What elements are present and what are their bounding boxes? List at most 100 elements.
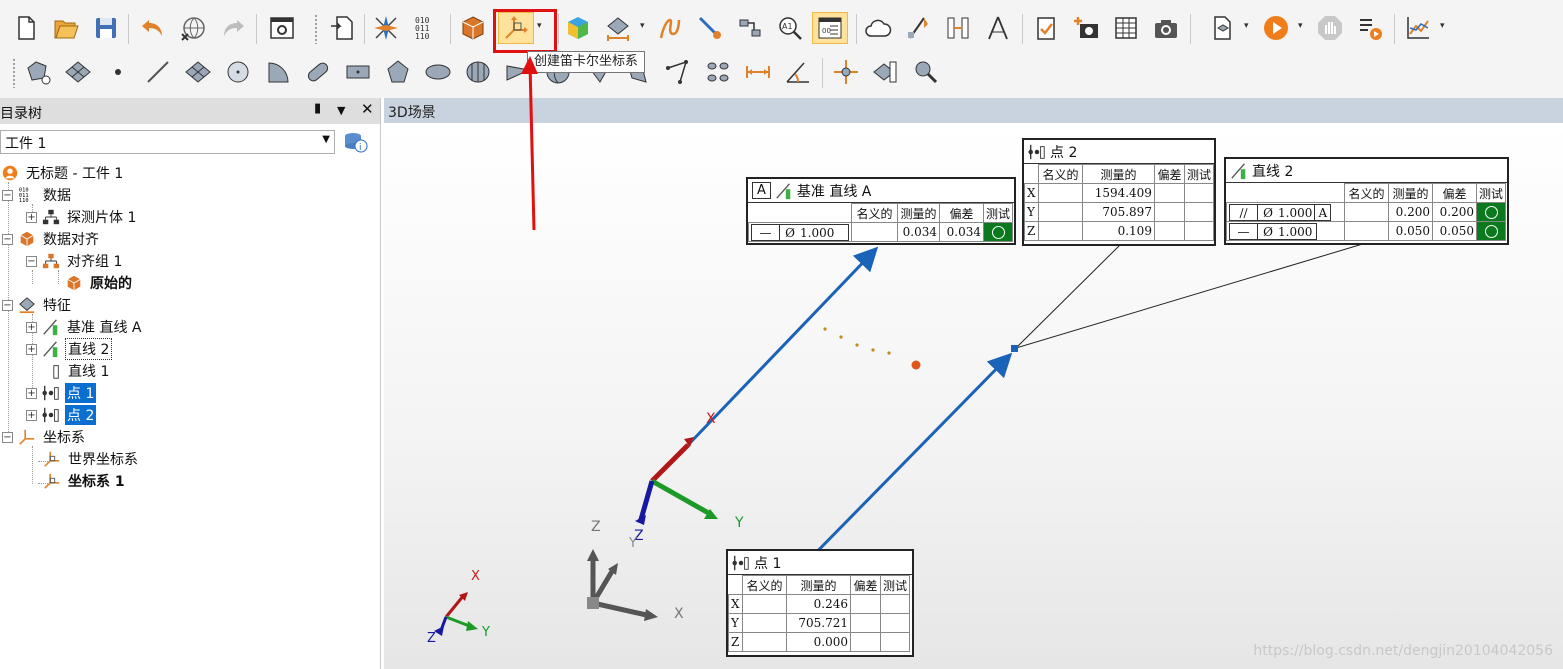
undo-history-button[interactable] [177, 12, 209, 44]
inspect-search-button[interactable]: A1 [774, 12, 806, 44]
stop-button[interactable] [1314, 12, 1346, 44]
pentagon-feature-button[interactable] [382, 56, 414, 88]
tree-item-align-group[interactable]: − 对齐组 1 [26, 250, 124, 272]
scene-3d-viewport[interactable]: X Y Z Y Z X X Y Z A 基准 直线 A 名义的 测量的 偏差 测… [384, 123, 1563, 669]
point-2-box[interactable]: 点 2 名义的 测量的 偏差 测试 X 1594.409 Y 705.897 Z 0.… [1022, 138, 1216, 246]
hinge-button[interactable] [734, 12, 766, 44]
grid-view-button[interactable]: 00 [812, 12, 848, 44]
arc-feature-button[interactable] [262, 56, 294, 88]
point-feature-button[interactable] [102, 56, 134, 88]
point-set-button[interactable] [702, 56, 734, 88]
line-2-box[interactable]: 直线 2 名义的 测量的 偏差 测试 ∕∕ Ø 1.000 A 0.200 0.… [1224, 157, 1509, 245]
feature-construct-button[interactable] [602, 12, 634, 44]
color-map-button[interactable] [562, 12, 594, 44]
run-list-button[interactable] [1354, 12, 1386, 44]
expand-icon[interactable]: + [26, 321, 37, 333]
pin-icon[interactable]: ▮ [314, 101, 321, 116]
polygon-plane-icon [27, 61, 51, 85]
camera-button[interactable] [1150, 12, 1182, 44]
tool-settings-button[interactable] [910, 56, 942, 88]
circle-feature-button[interactable] [222, 56, 254, 88]
report-button[interactable] [1206, 12, 1238, 44]
freeform-button[interactable] [654, 12, 686, 44]
slot-feature-button[interactable] [302, 56, 334, 88]
ellipse-feature-button[interactable] [422, 56, 454, 88]
measure-tool-button[interactable] [902, 12, 934, 44]
gauge-button[interactable] [942, 12, 974, 44]
tree-item-line-2[interactable]: + 直线 2 [26, 338, 113, 360]
collapse-icon[interactable]: − [2, 233, 13, 245]
panel-close-icon[interactable]: ✕ [361, 100, 374, 118]
new-file-button[interactable] [10, 12, 42, 44]
settings-window-button[interactable] [266, 12, 298, 44]
gizmo-label-z: Z [591, 519, 601, 535]
collapse-icon[interactable]: − [26, 255, 37, 267]
cloud-button[interactable] [862, 12, 894, 44]
tree-item-cs-1[interactable]: 坐标系 1 [42, 470, 127, 492]
collapse-icon[interactable]: − [2, 189, 13, 201]
panel-menu-icon[interactable]: ▼ [337, 104, 345, 117]
tree-item-coord-systems[interactable]: − 坐标系 [2, 426, 87, 448]
watermark: https://blog.csdn.net/dengjin20104042056 [1253, 643, 1553, 659]
construct-point-button[interactable] [830, 56, 862, 88]
tree-item-original[interactable]: 原始的 [64, 272, 134, 294]
tree-item-alignment[interactable]: − 数据对齐 [2, 228, 101, 250]
import-button[interactable] [326, 12, 358, 44]
datum-button[interactable] [870, 56, 902, 88]
angle-button[interactable] [782, 56, 814, 88]
point-2-title: 点 2 [1050, 144, 1078, 161]
tree-item-datum-line-a[interactable]: + 基准 直线 A [26, 316, 143, 338]
expand-icon[interactable]: + [26, 343, 37, 355]
polyline-feature-button[interactable] [662, 56, 694, 88]
tree-item-point-2[interactable]: + 点 2 [26, 404, 97, 426]
probe-button[interactable] [694, 12, 726, 44]
point-1-box[interactable]: 点 1 名义的 测量的 偏差 测试 X 0.246 Y 705.721 Z 0.000 [726, 549, 914, 657]
tree-item-features[interactable]: − 特征 [2, 294, 73, 316]
chevron-down-icon: ▼ [322, 134, 330, 145]
workpiece-combo[interactable]: 工件 1 ▼ [0, 130, 335, 154]
collapse-icon[interactable]: − [2, 431, 13, 443]
chart-button[interactable] [1402, 12, 1434, 44]
collapse-icon[interactable]: − [2, 299, 13, 311]
plane-feature-button[interactable] [62, 56, 94, 88]
tree-item-world-cs[interactable]: 世界坐标系 [42, 448, 140, 470]
play-button[interactable] [1260, 12, 1292, 44]
distance-button[interactable] [742, 56, 774, 88]
feature-dropdown-arrow[interactable]: ▾ [640, 22, 648, 31]
pass-indicator [1475, 221, 1507, 241]
circle-icon [227, 61, 249, 83]
table-button[interactable] [1110, 12, 1142, 44]
chart-dropdown-arrow[interactable]: ▾ [1440, 22, 1448, 31]
tree-item-line-1[interactable]: 直线 1 [42, 360, 111, 382]
cylinder-feature-button[interactable] [462, 56, 494, 88]
save-button[interactable] [90, 12, 122, 44]
expand-icon[interactable]: + [26, 409, 37, 421]
tree-root[interactable]: 无标题 - 工件 1 [0, 162, 125, 184]
open-button[interactable] [50, 12, 82, 44]
tree-item-point-1[interactable]: + 点 1 [26, 382, 97, 404]
rect-feature-button[interactable] [342, 56, 374, 88]
workpiece-info-button[interactable]: i [341, 130, 369, 154]
binary-data-button[interactable]: 010 011 110 [410, 12, 442, 44]
datum-line-a-box[interactable]: A 基准 直线 A 名义的 测量的 偏差 测试 — Ø 1.000 0.034 … [746, 177, 1016, 245]
tree-item-data[interactable]: − 010 011 110 数据 [2, 184, 73, 206]
alignment-button[interactable] [457, 12, 489, 44]
polygon-feature-button[interactable] [22, 56, 54, 88]
angle-measure-button[interactable] [982, 12, 1014, 44]
caliper-icon [908, 17, 928, 39]
compass-icon [374, 16, 398, 40]
tree-item-probe-piece[interactable]: + 探测片体 1 [26, 206, 138, 228]
redo-button[interactable] [217, 12, 249, 44]
report-dropdown-arrow[interactable]: ▾ [1244, 22, 1252, 31]
line-feature-button[interactable] [142, 56, 174, 88]
compass-button[interactable] [370, 12, 402, 44]
plane-grid-button[interactable] [182, 56, 214, 88]
add-snapshot-button[interactable] [1070, 12, 1102, 44]
line-2-dev-1: 0.200 [1432, 202, 1477, 222]
expand-icon[interactable]: + [26, 387, 37, 399]
point-2-x: 1594.409 [1081, 183, 1155, 203]
undo-button[interactable] [137, 12, 169, 44]
checklist-button[interactable] [1030, 12, 1062, 44]
expand-icon[interactable]: + [26, 211, 37, 223]
play-dropdown-arrow[interactable]: ▾ [1298, 22, 1306, 31]
